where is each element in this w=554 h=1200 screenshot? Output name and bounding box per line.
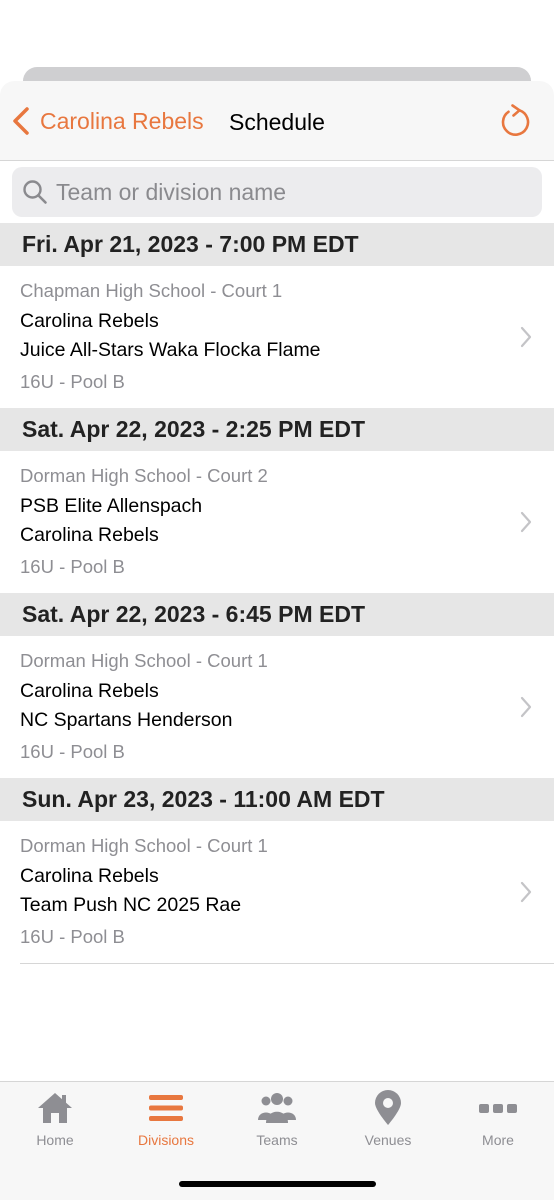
schedule-sheet: Carolina Rebels Schedule Fri. Apr 21, 20…	[0, 81, 554, 1200]
chevron-right-icon	[520, 326, 532, 348]
tab-label: Divisions	[137, 1132, 194, 1148]
chevron-left-icon	[13, 107, 29, 135]
day-header: Fri. Apr 21, 2023 - 7:00 PM EDT	[0, 223, 554, 266]
game-division: 16U - Pool B	[20, 556, 125, 577]
home-icon	[38, 1093, 72, 1123]
tab-label: Home	[36, 1132, 74, 1148]
game-team-1: Carolina Rebels	[20, 680, 159, 702]
tab-label: Teams	[256, 1132, 298, 1148]
search-icon	[23, 180, 47, 204]
tab-divisions[interactable]: Divisions	[111, 1090, 221, 1152]
tab-more[interactable]: More	[443, 1090, 553, 1152]
map-pin-icon	[375, 1090, 401, 1125]
ellipsis-icon	[479, 1104, 517, 1113]
game-row[interactable]: Dorman High School - Court 2 PSB Elite A…	[0, 451, 554, 593]
game-venue: Chapman High School - Court 1	[20, 280, 283, 301]
game-division: 16U - Pool B	[20, 371, 125, 392]
day-header: Sun. Apr 23, 2023 - 11:00 AM EDT	[0, 778, 554, 821]
home-indicator[interactable]	[179, 1181, 376, 1187]
refresh-icon	[501, 104, 530, 136]
game-venue: Dorman High School - Court 1	[20, 835, 268, 856]
search-input[interactable]	[56, 178, 526, 206]
game-venue: Dorman High School - Court 2	[20, 465, 268, 486]
game-division: 16U - Pool B	[20, 926, 125, 947]
game-team-2: Team Push NC 2025 Rae	[20, 894, 242, 916]
day-header: Sat. Apr 22, 2023 - 6:45 PM EDT	[0, 593, 554, 636]
people-icon	[258, 1093, 296, 1123]
search-bar	[0, 161, 554, 223]
game-team-2: Carolina Rebels	[20, 524, 159, 546]
game-team-1: Carolina Rebels	[20, 865, 159, 887]
tab-label: More	[482, 1132, 514, 1148]
navigation-bar: Carolina Rebels Schedule	[0, 81, 554, 161]
game-team-2: NC Spartans Henderson	[20, 709, 233, 731]
game-row[interactable]: Chapman High School - Court 1 Carolina R…	[0, 266, 554, 408]
game-team-1: Carolina Rebels	[20, 310, 159, 332]
chevron-right-icon	[520, 511, 532, 533]
game-team-1: PSB Elite Allenspach	[20, 495, 203, 517]
tab-teams[interactable]: Teams	[222, 1090, 332, 1152]
day-header: Sat. Apr 22, 2023 - 2:25 PM EDT	[0, 408, 554, 451]
search-field[interactable]	[12, 167, 542, 217]
game-team-2: Juice All-Stars Waka Flocka Flame	[20, 339, 321, 361]
game-row[interactable]: Dorman High School - Court 1 Carolina Re…	[0, 636, 554, 778]
list-divider	[20, 963, 554, 964]
tab-home[interactable]: Home	[0, 1090, 110, 1152]
game-row[interactable]: Dorman High School - Court 1 Carolina Re…	[0, 821, 554, 963]
page-title: Schedule	[229, 109, 325, 135]
chevron-right-icon	[520, 881, 532, 903]
tab-label: Venues	[364, 1132, 412, 1148]
game-venue: Dorman High School - Court 1	[20, 650, 268, 671]
game-division: 16U - Pool B	[20, 741, 125, 762]
refresh-button[interactable]	[498, 103, 532, 139]
tab-venues[interactable]: Venues	[333, 1090, 443, 1152]
menu-icon	[149, 1095, 183, 1121]
back-button-label: Carolina Rebels	[40, 107, 204, 134]
back-button[interactable]: Carolina Rebels	[10, 103, 204, 139]
chevron-right-icon	[520, 696, 532, 718]
schedule-list: Fri. Apr 21, 2023 - 7:00 PM EDT Chapman …	[0, 223, 554, 964]
